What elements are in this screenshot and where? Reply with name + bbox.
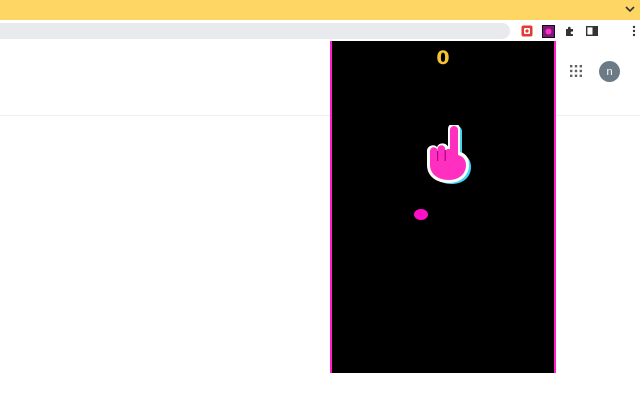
browser-toolbar: n — [0, 20, 640, 58]
apps-grid-icon[interactable] — [570, 64, 584, 78]
record-extension-icon[interactable] — [520, 24, 534, 38]
score-counter: 0 — [436, 47, 450, 69]
game-extension-icon[interactable] — [541, 24, 555, 38]
pointing-hand-icon — [414, 123, 474, 187]
game-canvas[interactable]: 0 — [330, 41, 556, 373]
account-avatar[interactable]: n — [599, 61, 620, 82]
address-bar[interactable] — [0, 23, 510, 39]
puzzle-icon[interactable] — [563, 24, 577, 38]
kebab-menu-icon[interactable] — [627, 24, 640, 38]
chevron-down-icon[interactable] — [624, 3, 636, 15]
sidebar-icon[interactable] — [585, 24, 599, 38]
browser-title-bar — [0, 0, 640, 20]
game-ball — [414, 209, 428, 220]
